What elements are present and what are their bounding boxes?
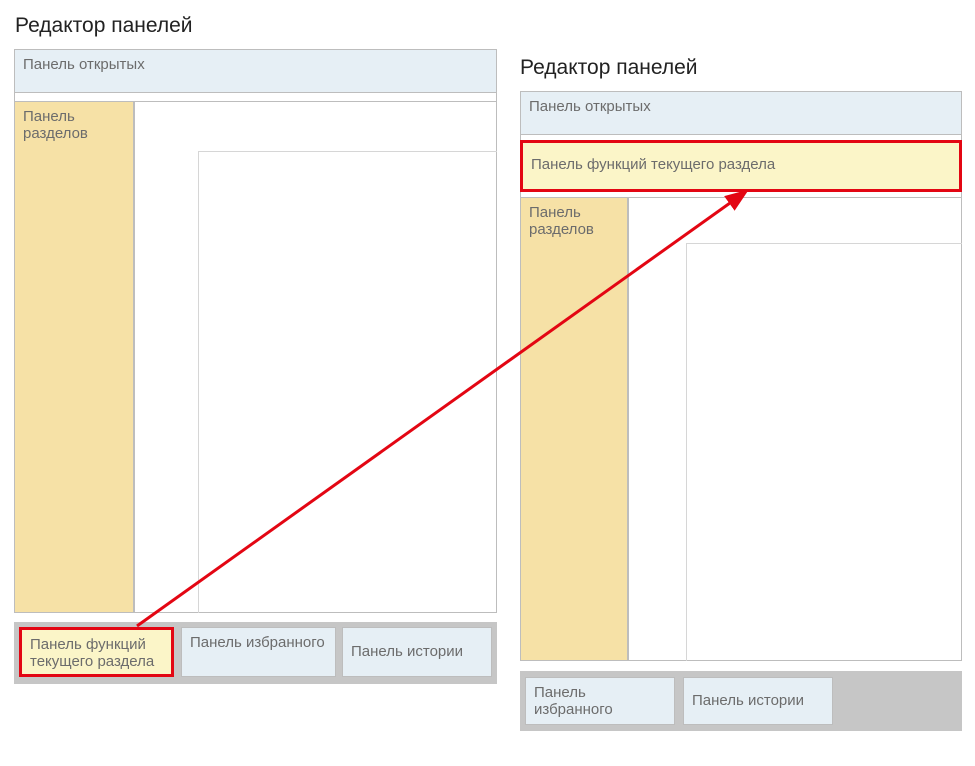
editor-title-left: Редактор панелей bbox=[15, 14, 193, 38]
panel-open-right[interactable]: Панель открытых bbox=[520, 91, 962, 135]
tray-functions-left[interactable]: Панель функций текущего раздела bbox=[19, 627, 174, 677]
editor-title-right: Редактор панелей bbox=[520, 56, 698, 80]
content-split-right bbox=[686, 243, 962, 661]
tray-history-right[interactable]: Панель истории bbox=[683, 677, 833, 725]
panel-sections-right[interactable]: Панель разделов bbox=[520, 197, 628, 661]
content-split-left bbox=[198, 151, 497, 613]
tray-favorites-right[interactable]: Панель избранного bbox=[525, 677, 675, 725]
panel-functions-right[interactable]: Панель функций текущего раздела bbox=[520, 140, 962, 192]
panel-sections-left[interactable]: Панель разделов bbox=[14, 101, 134, 613]
tray-history-left[interactable]: Панель истории bbox=[342, 627, 492, 677]
panel-open-left[interactable]: Панель открытых bbox=[14, 49, 497, 93]
tray-favorites-left[interactable]: Панель избранного bbox=[181, 627, 336, 677]
